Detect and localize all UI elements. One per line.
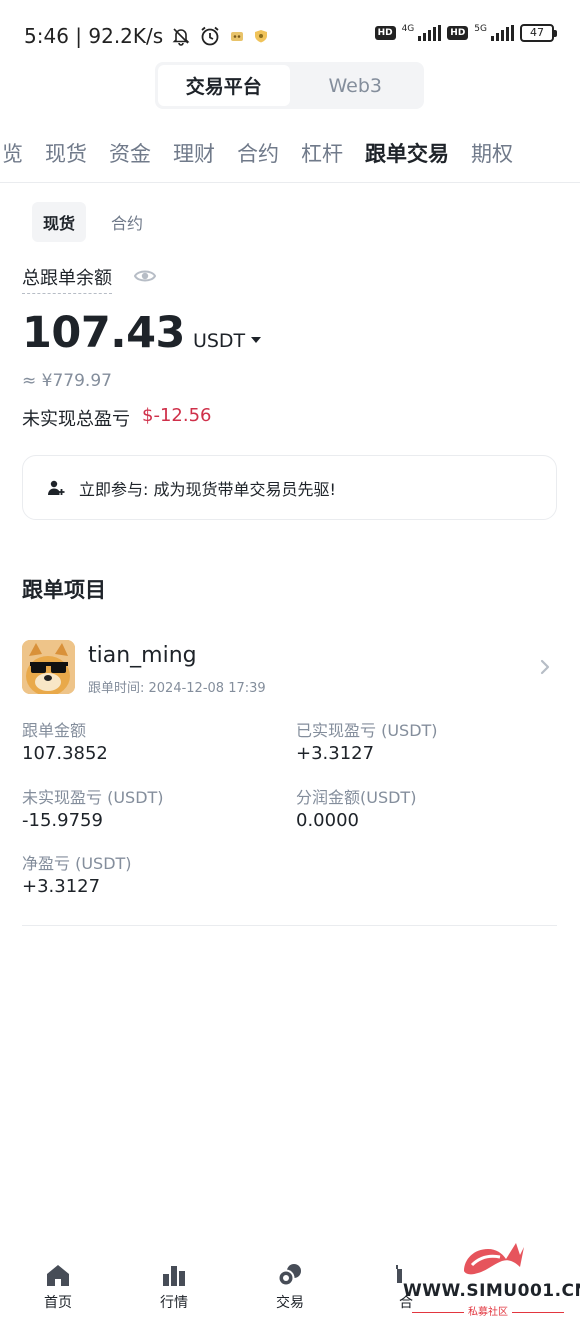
- chevron-right-icon: [540, 659, 550, 675]
- segment-web3[interactable]: Web3: [290, 65, 422, 106]
- lead-trader-banner[interactable]: 立即参与: 成为现货带单交易员先驱!: [22, 455, 557, 520]
- battery-icon: 47: [520, 24, 557, 42]
- status-left: 5:46 | 92.2K/s: [24, 24, 269, 48]
- network-type-2: 5G: [474, 24, 487, 34]
- trader-row[interactable]: tian_ming 跟单时间: 2024-12-08 17:39: [22, 640, 557, 696]
- tab-funding[interactable]: 资金: [109, 138, 151, 168]
- watermark-subtext: 私募社区: [403, 1303, 573, 1318]
- app-notification-icon: [231, 32, 244, 41]
- tabs-divider: [0, 182, 580, 183]
- alarm-icon: [201, 26, 219, 46]
- signal-icon-2: [491, 25, 514, 41]
- status-right: HD 4G HD 5G 47: [374, 24, 557, 42]
- nav-markets-label: 行情: [160, 1295, 188, 1311]
- top-tabs: 览 现货 资金 理财 合约 杠杆 跟单交易 期权: [0, 130, 580, 176]
- status-bar: 5:46 | 92.2K/s HD 4G HD 5G 47: [0, 0, 580, 70]
- stat-net-label: 净盈亏 (USDT): [22, 854, 132, 873]
- subtab-futures[interactable]: 合约: [100, 202, 154, 242]
- row-divider: [22, 925, 557, 926]
- caret-down-icon: [251, 337, 262, 343]
- balance-row: 107.43 USDT: [22, 308, 262, 358]
- avatar: [22, 640, 75, 694]
- trader-follow-time: 跟单时间: 2024-12-08 17:39: [88, 681, 266, 696]
- eye-icon[interactable]: [134, 266, 156, 286]
- nav-markets[interactable]: 行情: [116, 1250, 232, 1321]
- segment-exchange[interactable]: 交易平台: [158, 65, 290, 106]
- subtab-spot[interactable]: 现货: [32, 202, 87, 242]
- balance-unit-selector[interactable]: USDT: [192, 330, 262, 352]
- app-notification-icon-2: [255, 30, 268, 43]
- mute-bell-icon: [172, 28, 190, 46]
- section-title: 跟单项目: [22, 578, 106, 602]
- stat-unrealized-value: -15.9759: [22, 810, 103, 831]
- platform-switch: 交易平台 Web3: [155, 62, 424, 109]
- balance-unit: USDT: [192, 330, 246, 352]
- balance-amount: 107.43: [22, 308, 185, 358]
- nav-trade-label: 交易: [276, 1295, 304, 1311]
- unrealized-pnl-row: 未实现总盈亏 $-12.56: [22, 405, 211, 431]
- tab-overview[interactable]: 览: [2, 138, 23, 168]
- unrealized-pnl-value: $-12.56: [142, 405, 212, 426]
- sub-tabs: 现货 合约: [32, 202, 154, 242]
- tab-options[interactable]: 期权: [471, 138, 513, 168]
- tab-earn[interactable]: 理财: [173, 138, 215, 168]
- balance-cny: ≈ ¥779.97: [22, 371, 112, 391]
- user-plus-icon: [48, 480, 65, 495]
- bar-chart-icon: [163, 1266, 185, 1286]
- watermark-text: WWW.SIMU001.CN: [403, 1281, 580, 1301]
- stat-profit-share-label: 分润金额(USDT): [296, 788, 417, 807]
- stat-profit-share-value: 0.0000: [296, 810, 359, 831]
- stat-net-value: +3.3127: [22, 876, 101, 897]
- balance-label: 总跟单余额: [22, 264, 112, 294]
- stat-unrealized-label: 未实现盈亏 (USDT): [22, 788, 164, 807]
- watermark-logo: [464, 1243, 524, 1275]
- stat-realized-value: +3.3127: [296, 743, 375, 764]
- watermark: WWW.SIMU001.CN 私募社区: [403, 1237, 580, 1318]
- nav-home[interactable]: 首页: [0, 1250, 116, 1321]
- network-type-1: 4G: [401, 24, 415, 34]
- tab-copy-trading[interactable]: 跟单交易: [365, 138, 449, 168]
- nav-home-label: 首页: [44, 1295, 72, 1311]
- hd-badge-1: HD: [374, 26, 396, 40]
- banner-text: 立即参与: 成为现货带单交易员先驱!: [79, 479, 336, 499]
- home-icon: [47, 1265, 69, 1286]
- tab-spot[interactable]: 现货: [45, 138, 87, 168]
- trader-name: tian_ming: [88, 643, 197, 668]
- nav-trade[interactable]: 交易: [232, 1250, 348, 1321]
- signal-icon: [418, 25, 442, 41]
- unrealized-pnl-label: 未实现总盈亏: [22, 409, 130, 430]
- stat-amount-value: 107.3852: [22, 743, 108, 764]
- hd-badge-2: HD: [447, 26, 469, 40]
- trade-icon: [277, 1264, 301, 1287]
- stat-amount-label: 跟单金额: [22, 721, 87, 740]
- stat-realized-label: 已实现盈亏 (USDT): [296, 721, 438, 740]
- tab-margin[interactable]: 杠杆: [301, 138, 343, 168]
- status-time-speed: 5:46 | 92.2K/s: [24, 24, 164, 48]
- tab-futures[interactable]: 合约: [237, 138, 279, 168]
